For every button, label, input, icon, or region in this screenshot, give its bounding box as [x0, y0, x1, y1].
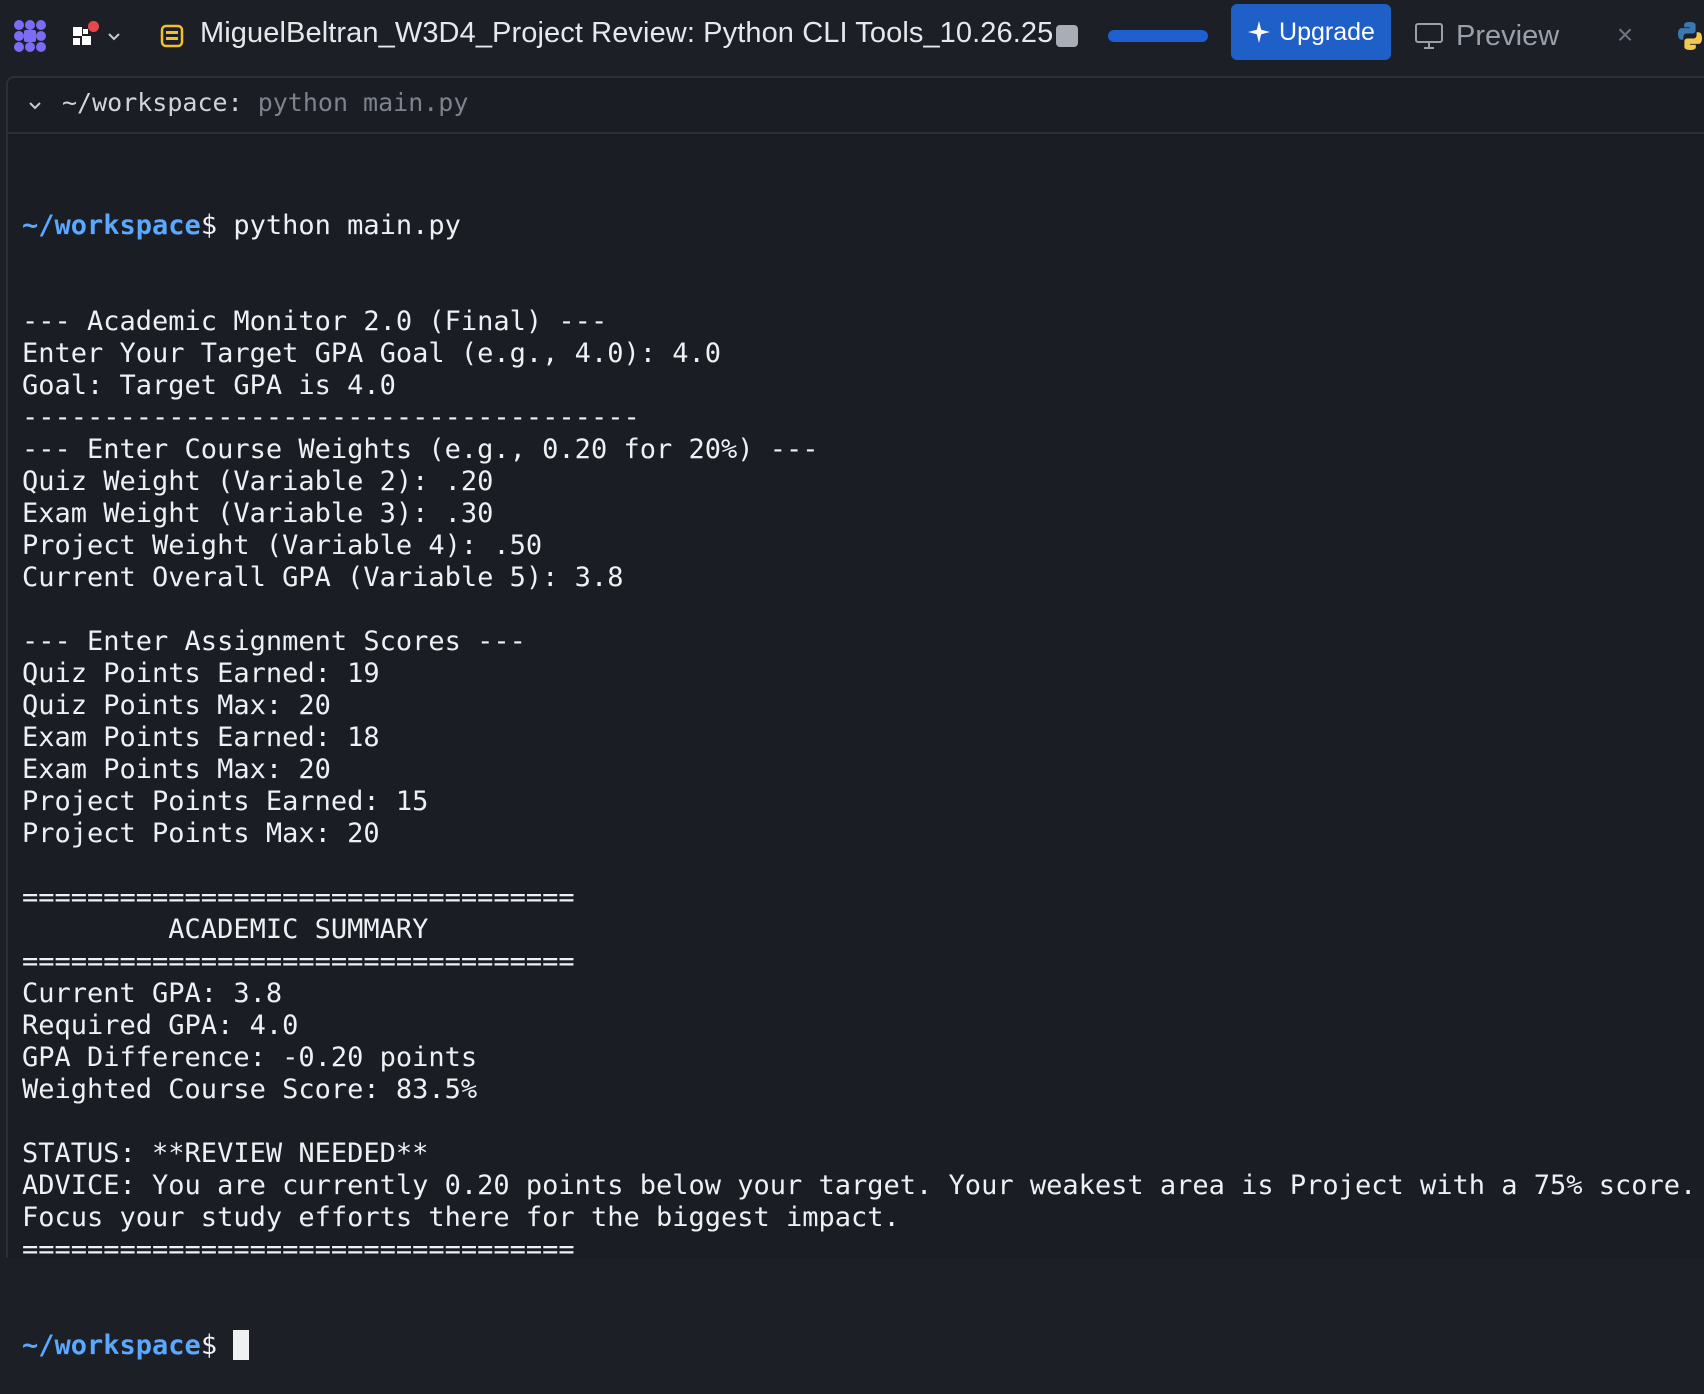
command-text: python main.py	[217, 210, 461, 241]
terminal-line: --- Enter Course Weights (e.g., 0.20 for…	[22, 434, 819, 465]
terminal-line: --------------------------------------	[22, 402, 640, 433]
terminal-line: ==================================	[22, 946, 575, 977]
text-cursor	[233, 1330, 250, 1360]
terminal-line: GPA Difference: -0.20 points	[22, 1042, 478, 1073]
console-header[interactable]: ~/workspace: python main.py	[8, 78, 1704, 134]
terminal-line: Required GPA: 4.0	[22, 1010, 299, 1041]
terminal-line: Enter Your Target GPA Goal (e.g., 4.0): …	[22, 338, 721, 369]
terminal-line: Goal: Target GPA is 4.0	[22, 370, 396, 401]
terminal-line: Focus your study efforts there for the b…	[22, 1202, 900, 1233]
terminal-line: Project Points Max: 20	[22, 818, 380, 849]
terminal-line: Exam Points Earned: 18	[22, 722, 380, 753]
terminal-command-line: ~/workspace$ python main.py	[22, 210, 1696, 242]
prompt-symbol: $	[200, 1330, 218, 1361]
workspace-grid-icon	[70, 21, 100, 51]
prompt-path: ~/workspace	[22, 210, 201, 241]
terminal-lines: --- Academic Monitor 2.0 (Final) --- Ente…	[22, 306, 1696, 1266]
terminal-line: ADVICE: You are currently 0.20 points be…	[22, 1170, 1697, 1201]
terminal-line: Quiz Weight (Variable 2): .20	[22, 466, 494, 497]
run-progress-fill	[1108, 30, 1208, 42]
terminal-line: Project Weight (Variable 4): .50	[22, 530, 543, 561]
terminal-prompt-line[interactable]: ~/workspace$	[22, 1330, 1696, 1362]
terminal-line: ==================================	[22, 1234, 575, 1265]
repl-icon	[160, 24, 184, 48]
top-bar: MiguelBeltran_W3D4_Project Review: Pytho…	[0, 0, 1704, 76]
terminal-line: Quiz Points Max: 20	[22, 690, 331, 721]
notification-dot	[88, 21, 99, 32]
terminal-line: Quiz Points Earned: 19	[22, 658, 380, 689]
close-icon[interactable]: ×	[1612, 21, 1638, 49]
replit-logo-icon[interactable]	[12, 18, 48, 54]
terminal-output[interactable]: ~/workspace$ python main.py --- Academic…	[22, 146, 1696, 1394]
tab-preview[interactable]: Preview	[1414, 16, 1559, 56]
workspace-switcher[interactable]	[70, 16, 130, 56]
chevron-down-icon[interactable]	[26, 96, 44, 114]
console-command: python main.py	[257, 88, 469, 117]
python-icon[interactable]	[1674, 20, 1704, 52]
prompt-symbol: $	[200, 210, 218, 241]
console-path: ~/workspace: python main.py	[62, 88, 468, 117]
monitor-icon	[1415, 23, 1443, 49]
terminal-line: Current Overall GPA (Variable 5): 3.8	[22, 562, 624, 593]
upgrade-button[interactable]: Upgrade	[1231, 4, 1391, 60]
terminal-line: --- Enter Assignment Scores ---	[22, 626, 526, 657]
terminal-line: Current GPA: 3.8	[22, 978, 283, 1009]
terminal-line: Weighted Course Score: 83.5%	[22, 1074, 478, 1105]
terminal-line: Exam Points Max: 20	[22, 754, 331, 785]
terminal-line: ACADEMIC SUMMARY	[22, 914, 429, 945]
stop-icon[interactable]	[1056, 25, 1078, 47]
preview-label: Preview	[1456, 19, 1560, 52]
terminal-line: --- Academic Monitor 2.0 (Final) ---	[22, 306, 608, 337]
upgrade-label: Upgrade	[1279, 17, 1375, 46]
prompt-path: ~/workspace	[22, 1330, 201, 1361]
run-progress-bar	[1108, 30, 1208, 42]
terminal-line: Project Points Earned: 15	[22, 786, 429, 817]
terminal-line: Exam Weight (Variable 3): .30	[22, 498, 494, 529]
terminal-line: STATUS: **REVIEW NEEDED**	[22, 1138, 429, 1169]
sparkle-icon	[1248, 21, 1271, 43]
chevron-down-icon	[108, 33, 120, 41]
terminal-line: ==================================	[22, 882, 575, 913]
repl-title[interactable]: MiguelBeltran_W3D4_Project Review: Pytho…	[200, 17, 1053, 50]
console-path-label: ~/workspace:	[62, 88, 243, 117]
